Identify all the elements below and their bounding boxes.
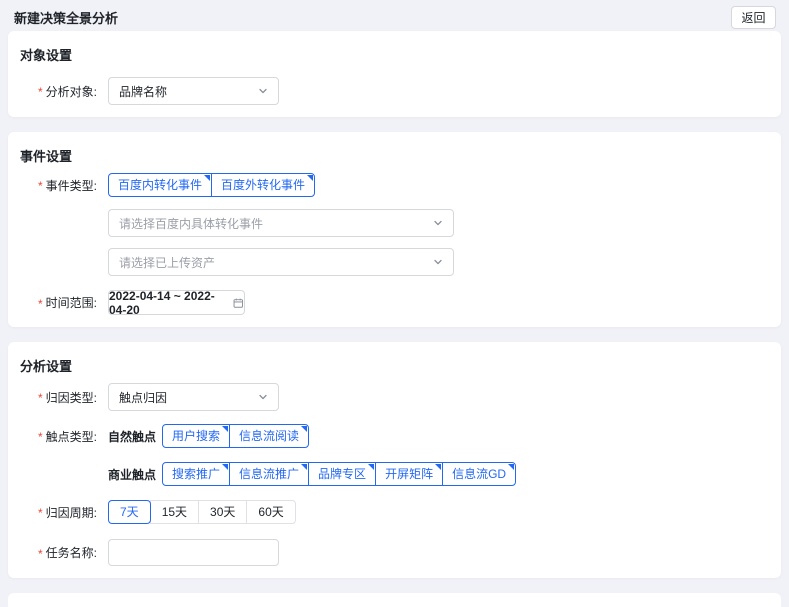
tag-splash-matrix[interactable]: 开屏矩阵: [375, 462, 443, 486]
required-asterisk: *: [38, 428, 43, 444]
touchpoint-natural-row: * 触点类型: 自然触点 用户搜索 信息流阅读: [20, 424, 761, 448]
event-type-tag-group: 百度内转化事件 百度外转化事件: [108, 173, 315, 197]
analysis-settings-card: 分析设置 * 归因类型: 触点归因 * 触点类型: 自然触点 用户搜索 信息流阅…: [8, 342, 781, 578]
bottom-card-partial: [8, 593, 781, 607]
check-corner-icon: [307, 175, 313, 181]
chevron-down-icon: [433, 257, 443, 267]
inner-event-select-row: 请选择百度内具体转化事件: [20, 209, 761, 237]
object-settings-title: 对象设置: [20, 45, 761, 64]
event-type-row: * 事件类型: 百度内转化事件 百度外转化事件: [20, 173, 761, 197]
required-asterisk: *: [38, 389, 43, 405]
tag-feed-reading[interactable]: 信息流阅读: [229, 424, 309, 448]
task-name-input[interactable]: [108, 539, 279, 566]
asset-select[interactable]: 请选择已上传资产: [108, 248, 454, 276]
chevron-down-icon: [258, 86, 268, 96]
required-asterisk: *: [38, 177, 43, 193]
analysis-object-select[interactable]: 品牌名称: [108, 77, 279, 105]
analysis-settings-title: 分析设置: [20, 356, 761, 375]
object-settings-card: 对象设置 * 分析对象: 品牌名称: [8, 31, 781, 117]
touchpoint-commercial-row: 商业触点 搜索推广 信息流推广 品牌专区 开屏矩阵 信息流GD: [20, 462, 761, 486]
tag-user-search[interactable]: 用户搜索: [162, 424, 230, 448]
commercial-touchpoint-label: 商业触点: [108, 466, 156, 483]
event-settings-title: 事件设置: [20, 146, 761, 165]
attribution-period-row: * 归因周期: 7天 15天 30天 60天: [20, 500, 761, 524]
touchpoint-type-label: * 触点类型:: [38, 428, 108, 445]
tag-feed-gd[interactable]: 信息流GD: [442, 462, 516, 486]
check-corner-icon: [301, 464, 307, 470]
check-corner-icon: [222, 426, 228, 432]
tag-brand-zone[interactable]: 品牌专区: [308, 462, 376, 486]
inner-event-placeholder: 请选择百度内具体转化事件: [119, 215, 263, 232]
period-option-7d[interactable]: 7天: [108, 500, 151, 524]
required-asterisk: *: [38, 295, 43, 311]
time-range-picker[interactable]: 2022-04-14 ~ 2022-04-20: [108, 290, 245, 315]
natural-touchpoint-tag-group: 用户搜索 信息流阅读: [162, 424, 309, 448]
page-title: 新建决策全景分析: [14, 8, 118, 27]
analysis-object-row: * 分析对象: 品牌名称: [20, 77, 761, 105]
tag-feed-promotion[interactable]: 信息流推广: [229, 462, 309, 486]
chevron-down-icon: [258, 392, 268, 402]
time-range-value: 2022-04-14 ~ 2022-04-20: [109, 289, 228, 317]
back-button[interactable]: 返回: [731, 6, 776, 29]
attribution-type-value: 触点归因: [119, 389, 167, 406]
tag-search-promotion[interactable]: 搜索推广: [162, 462, 230, 486]
required-asterisk: *: [38, 504, 43, 520]
tag-baidu-external-conversion[interactable]: 百度外转化事件: [211, 173, 315, 197]
check-corner-icon: [204, 175, 210, 181]
period-option-30d[interactable]: 30天: [198, 500, 247, 524]
analysis-object-label: * 分析对象:: [38, 83, 108, 100]
natural-touchpoint-label: 自然触点: [108, 428, 156, 445]
calendar-icon: [233, 297, 244, 309]
commercial-touchpoint-tag-group: 搜索推广 信息流推广 品牌专区 开屏矩阵 信息流GD: [162, 462, 516, 486]
check-corner-icon: [301, 426, 307, 432]
check-corner-icon: [435, 464, 441, 470]
period-option-60d[interactable]: 60天: [246, 500, 295, 524]
topbar: 新建决策全景分析 返回: [0, 0, 789, 31]
time-range-label: * 时间范围:: [38, 294, 108, 311]
chevron-down-icon: [433, 218, 443, 228]
required-asterisk: *: [38, 83, 43, 99]
attribution-period-label: * 归因周期:: [38, 504, 108, 521]
analysis-object-value: 品牌名称: [119, 83, 167, 100]
asset-placeholder: 请选择已上传资产: [119, 254, 215, 271]
task-name-row: * 任务名称:: [20, 539, 761, 566]
check-corner-icon: [368, 464, 374, 470]
event-settings-card: 事件设置 * 事件类型: 百度内转化事件 百度外转化事件 请选择百度内具体转化事…: [8, 132, 781, 327]
required-asterisk: *: [38, 545, 43, 561]
time-range-row: * 时间范围: 2022-04-14 ~ 2022-04-20: [20, 290, 761, 315]
attribution-type-select[interactable]: 触点归因: [108, 383, 279, 411]
inner-event-select[interactable]: 请选择百度内具体转化事件: [108, 209, 454, 237]
period-option-15d[interactable]: 15天: [150, 500, 199, 524]
task-name-label: * 任务名称:: [38, 544, 108, 561]
attribution-type-row: * 归因类型: 触点归因: [20, 383, 761, 411]
check-corner-icon: [222, 464, 228, 470]
attribution-type-label: * 归因类型:: [38, 389, 108, 406]
tag-baidu-internal-conversion[interactable]: 百度内转化事件: [108, 173, 212, 197]
event-type-label: * 事件类型:: [38, 177, 108, 194]
asset-select-row: 请选择已上传资产: [20, 248, 761, 276]
check-corner-icon: [508, 464, 514, 470]
attribution-period-group: 7天 15天 30天 60天: [108, 500, 296, 524]
